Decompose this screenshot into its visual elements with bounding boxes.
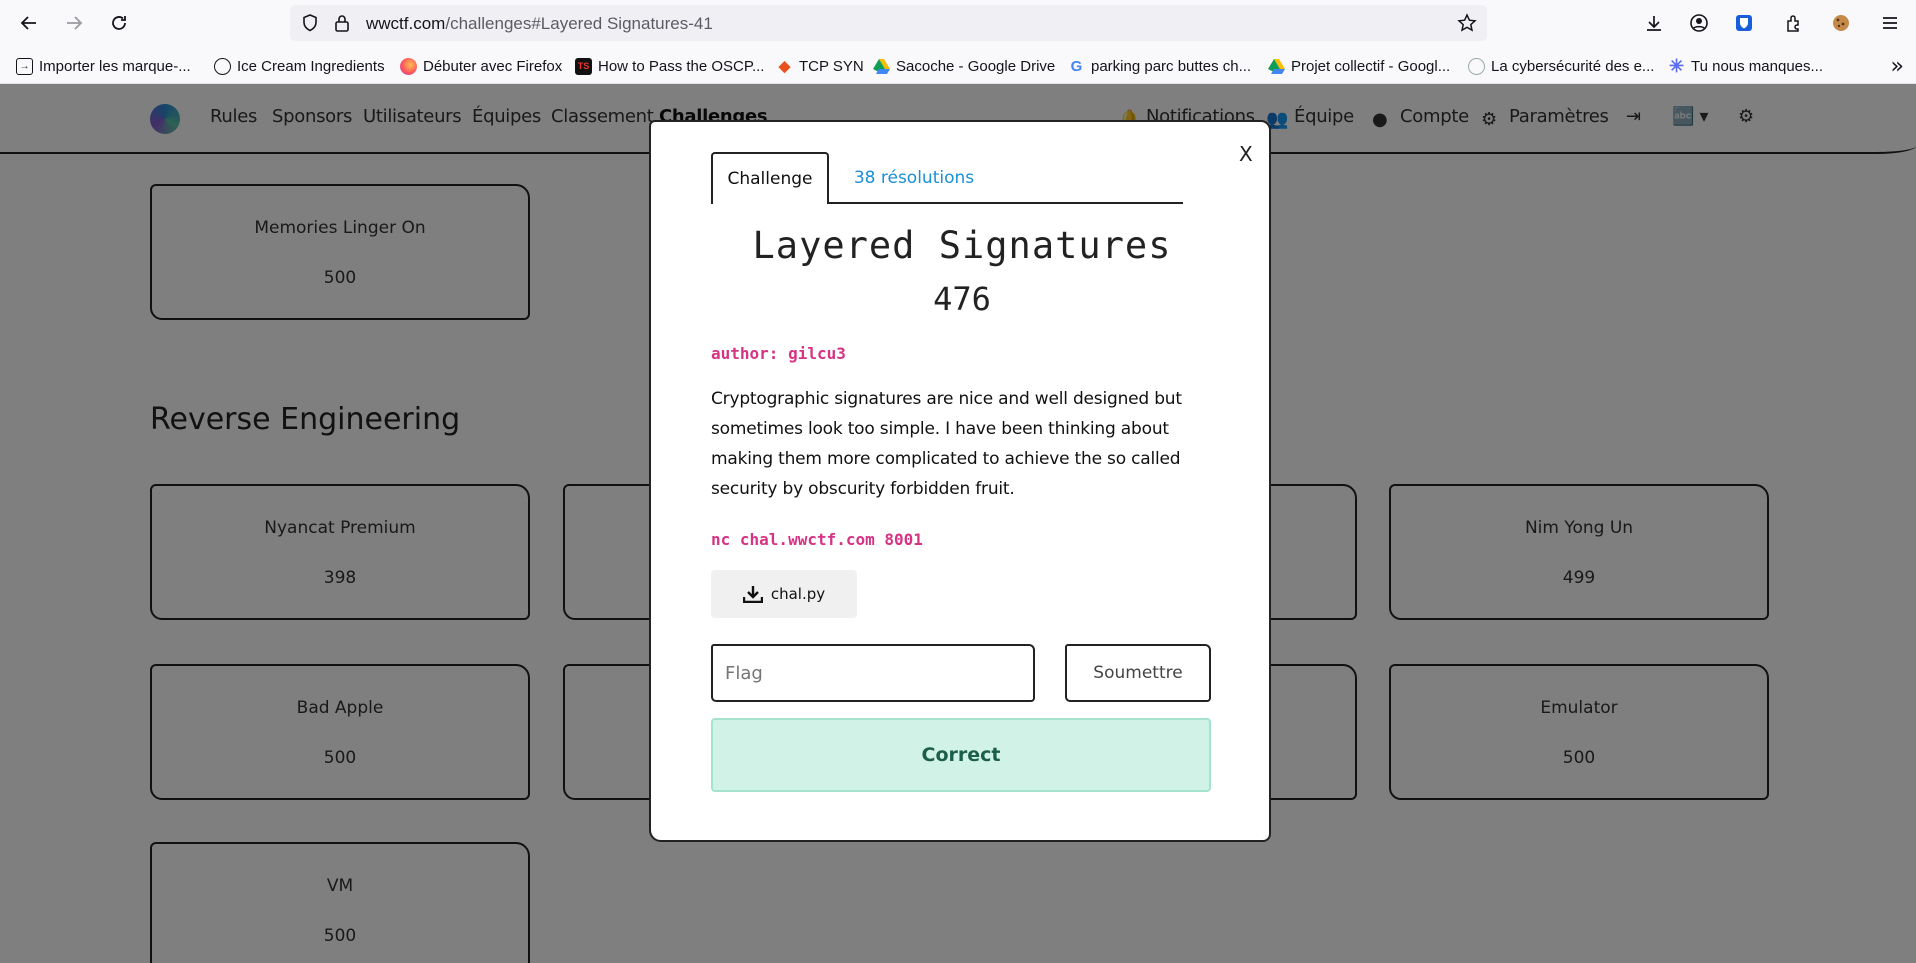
bookmark-label: How to Pass the OSCP... (598, 57, 765, 75)
download-icon (742, 586, 763, 603)
forward-icon[interactable] (57, 6, 91, 40)
connection-command: nc chal.wwctf.com 8001 (711, 530, 923, 549)
challenge-description: Cryptographic signatures are nice and we… (711, 389, 1182, 499)
submit-button[interactable]: Soumettre (1065, 644, 1211, 702)
lock-icon[interactable] (332, 13, 352, 33)
bookmark-item[interactable]: ◆ TCP SYN (776, 55, 864, 77)
google-drive-icon (873, 58, 890, 75)
star-icon[interactable] (1457, 13, 1477, 33)
close-icon[interactable]: X (1239, 142, 1253, 166)
browser-toolbar: wwctf.com/challenges#Layered Signatures-… (0, 0, 1916, 46)
tab-solves[interactable]: 38 résolutions (849, 152, 979, 204)
globe-icon (214, 57, 231, 75)
url-path: /challenges#Layered Signatures-41 (445, 14, 713, 33)
bookmarks-more-icon[interactable]: » (1891, 54, 1904, 79)
bookmark-label: Sacoche - Google Drive (896, 57, 1056, 75)
google-drive-icon (1268, 58, 1285, 75)
bookmark-item[interactable]: Débuter avec Firefox (400, 55, 562, 77)
bookmark-label: TCP SYN (799, 57, 864, 75)
bookmark-label: parking parc buttes ch... (1091, 57, 1252, 75)
bookmark-item[interactable]: Projet collectif - Googl... (1268, 55, 1450, 77)
bookmark-item[interactable]: Sacoche - Google Drive (873, 55, 1055, 77)
file-name: chal.py (770, 585, 826, 603)
challenge-author: author: gilcu3 (711, 344, 846, 363)
bitwarden-icon[interactable] (1727, 6, 1761, 40)
shield-icon[interactable] (300, 13, 320, 33)
menu-icon[interactable] (1873, 6, 1907, 40)
flag-input[interactable] (711, 644, 1035, 702)
cyber-icon (1468, 57, 1485, 75)
url-host: wwctf.com (366, 14, 446, 33)
ctf-page: Rules Sponsors Utilisateurs Équipes Clas… (0, 84, 1916, 963)
bookmark-item[interactable]: TS How to Pass the OSCP... (575, 55, 764, 77)
challenge-title: Layered Signatures (752, 224, 1172, 267)
challenge-value: 476 (933, 280, 991, 318)
bookmark-item[interactable]: ✳ Tu nous manques... (1668, 55, 1823, 77)
challenge-modal: X Challenge 38 résolutions Layered Signa… (649, 120, 1271, 842)
tab-challenge[interactable]: Challenge (711, 152, 829, 204)
google-icon: G (1070, 57, 1083, 75)
back-icon[interactable] (12, 6, 46, 40)
bookmark-item[interactable]: Ice Cream Ingredients (214, 55, 385, 77)
reload-icon[interactable] (102, 6, 136, 40)
bookmark-label: La cybersécurité des e... (1491, 57, 1655, 75)
bookmark-label: Tu nous manques... (1691, 57, 1824, 75)
cookie-icon[interactable] (1824, 6, 1858, 40)
url-text[interactable]: wwctf.com/challenges#Layered Signatures-… (366, 14, 713, 34)
result-alert: Correct (711, 718, 1211, 792)
extensions-icon[interactable] (1777, 6, 1811, 40)
bookmark-label: Projet collectif - Googl... (1291, 57, 1451, 75)
bookmark-item[interactable]: La cybersécurité des e... (1468, 55, 1654, 77)
download-icon[interactable] (1637, 6, 1671, 40)
bookmark-label: Importer les marque-... (39, 57, 191, 75)
asterisk-icon: ✳ (1668, 55, 1685, 76)
bookmark-label: Débuter avec Firefox (423, 57, 563, 75)
import-icon: → (16, 57, 33, 75)
tcm-icon: TS (575, 57, 592, 75)
bookmark-item[interactable]: → Importer les marque-... (16, 55, 191, 77)
bookmarks-bar: → Importer les marque-... Ice Cream Ingr… (0, 46, 1916, 84)
download-file-button[interactable]: chal.py (711, 570, 857, 618)
firefox-icon (400, 57, 417, 75)
bookmark-label: Ice Cream Ingredients (237, 57, 385, 75)
tcp-icon: ◆ (778, 58, 791, 75)
account-icon[interactable] (1682, 6, 1716, 40)
modal-tabs: Challenge 38 résolutions (711, 152, 1183, 204)
url-bar[interactable]: wwctf.com/challenges#Layered Signatures-… (290, 5, 1487, 41)
bookmark-item[interactable]: G parking parc buttes ch... (1068, 55, 1251, 77)
